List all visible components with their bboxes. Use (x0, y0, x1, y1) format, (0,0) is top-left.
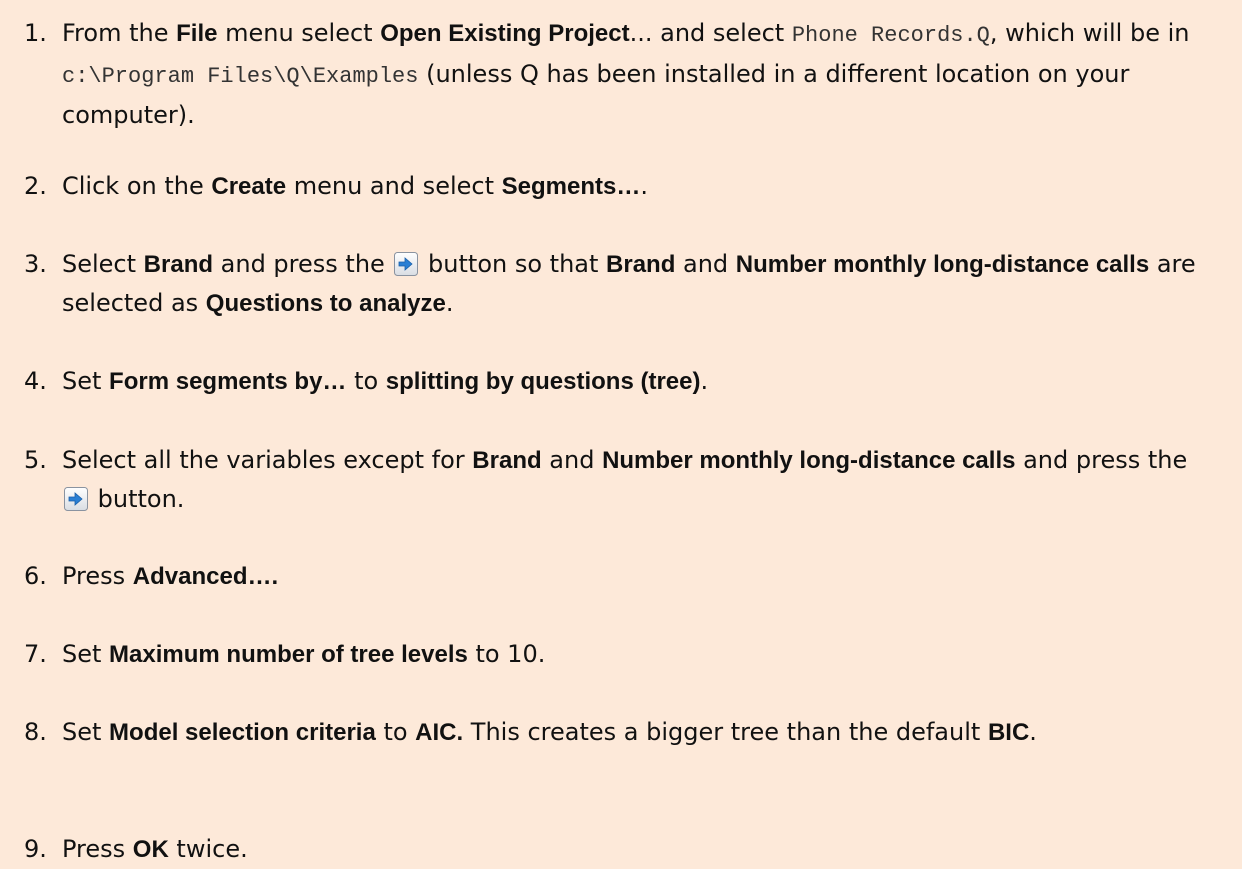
text: From the (62, 19, 177, 47)
text: . (700, 367, 709, 395)
step-number: 8. (24, 718, 47, 746)
variable-name: Brand (606, 251, 676, 278)
button-name: OK (132, 836, 169, 863)
text: Click on the (62, 172, 212, 200)
text: and (541, 446, 603, 474)
text: menu and select (286, 172, 502, 200)
text: Set (62, 718, 110, 746)
text: Select (62, 250, 144, 278)
step-text: Set Maximum number of tree levels to 10. (62, 635, 1212, 674)
text: and press the (213, 250, 393, 278)
step-number: 7. (24, 640, 47, 668)
text: button so that (420, 250, 607, 278)
text: Set (62, 367, 110, 395)
setting-value: AIC. (415, 719, 464, 746)
step-text: Select all the variables except for Bran… (62, 441, 1212, 518)
step-number: 3. (24, 250, 47, 278)
setting-value: BIC (987, 719, 1030, 746)
menu-item-name: Open Existing Project (380, 20, 630, 47)
step-text: Press Advanced…. (62, 557, 1212, 596)
step-text: From the File menu select Open Existing … (62, 14, 1212, 134)
text: This creates a bigger tree than the defa… (463, 718, 988, 746)
right-arrow-button-icon (64, 487, 88, 511)
step-text: Press OK twice. (62, 830, 1212, 869)
file-path: c:\Program Files\Q\Examples (62, 64, 419, 89)
step-number: 5. (24, 446, 47, 474)
step-number: 2. (24, 172, 47, 200)
setting-value: splitting by questions (tree) (385, 368, 701, 395)
text: ... and select (629, 19, 792, 47)
text: and (675, 250, 736, 278)
setting-name: Form segments by… (109, 368, 347, 395)
text: Press (62, 835, 133, 863)
step-text: Click on the Create menu and select Segm… (62, 167, 1212, 206)
text: , which will be in (989, 19, 1190, 47)
step-text: Set Form segments by… to splitting by qu… (62, 362, 1212, 401)
menu-item-name: Segments… (501, 173, 641, 200)
button-name: Advanced…. (132, 563, 279, 590)
file-name: Phone Records.Q (791, 23, 990, 48)
text: . (445, 289, 454, 317)
text: Press (62, 562, 133, 590)
step-text: Set Model selection criteria to AIC. Thi… (62, 713, 1212, 752)
text: . (1029, 718, 1037, 746)
text: to 10. (467, 640, 546, 668)
menu-name: Create (211, 173, 287, 200)
text: to (375, 718, 416, 746)
setting-name: Model selection criteria (109, 719, 376, 746)
text: and press the (1015, 446, 1188, 474)
text: to (346, 367, 386, 395)
step-text: Select Brand and press the button so tha… (62, 245, 1212, 323)
step-number: 9. (24, 835, 47, 863)
step-number: 1. (24, 19, 47, 47)
step-number: 6. (24, 562, 47, 590)
text: twice. (168, 835, 248, 863)
text: menu select (217, 19, 381, 47)
step-number: 4. (24, 367, 47, 395)
field-name: Questions to analyze (205, 290, 446, 317)
menu-name: File (176, 20, 218, 47)
text: Set (62, 640, 110, 668)
right-arrow-button-icon (394, 252, 419, 276)
instructions-document: 1. From the File menu select Open Existi… (0, 0, 1242, 868)
text: Select all the variables except for (62, 446, 473, 474)
variable-name: Number monthly long-distance calls (735, 251, 1150, 278)
variable-name: Number monthly long-distance calls (602, 447, 1016, 474)
setting-name: Maximum number of tree levels (109, 641, 468, 668)
variable-name: Brand (143, 251, 214, 278)
text: button. (90, 485, 185, 513)
variable-name: Brand (472, 447, 542, 474)
text: . (640, 172, 648, 200)
